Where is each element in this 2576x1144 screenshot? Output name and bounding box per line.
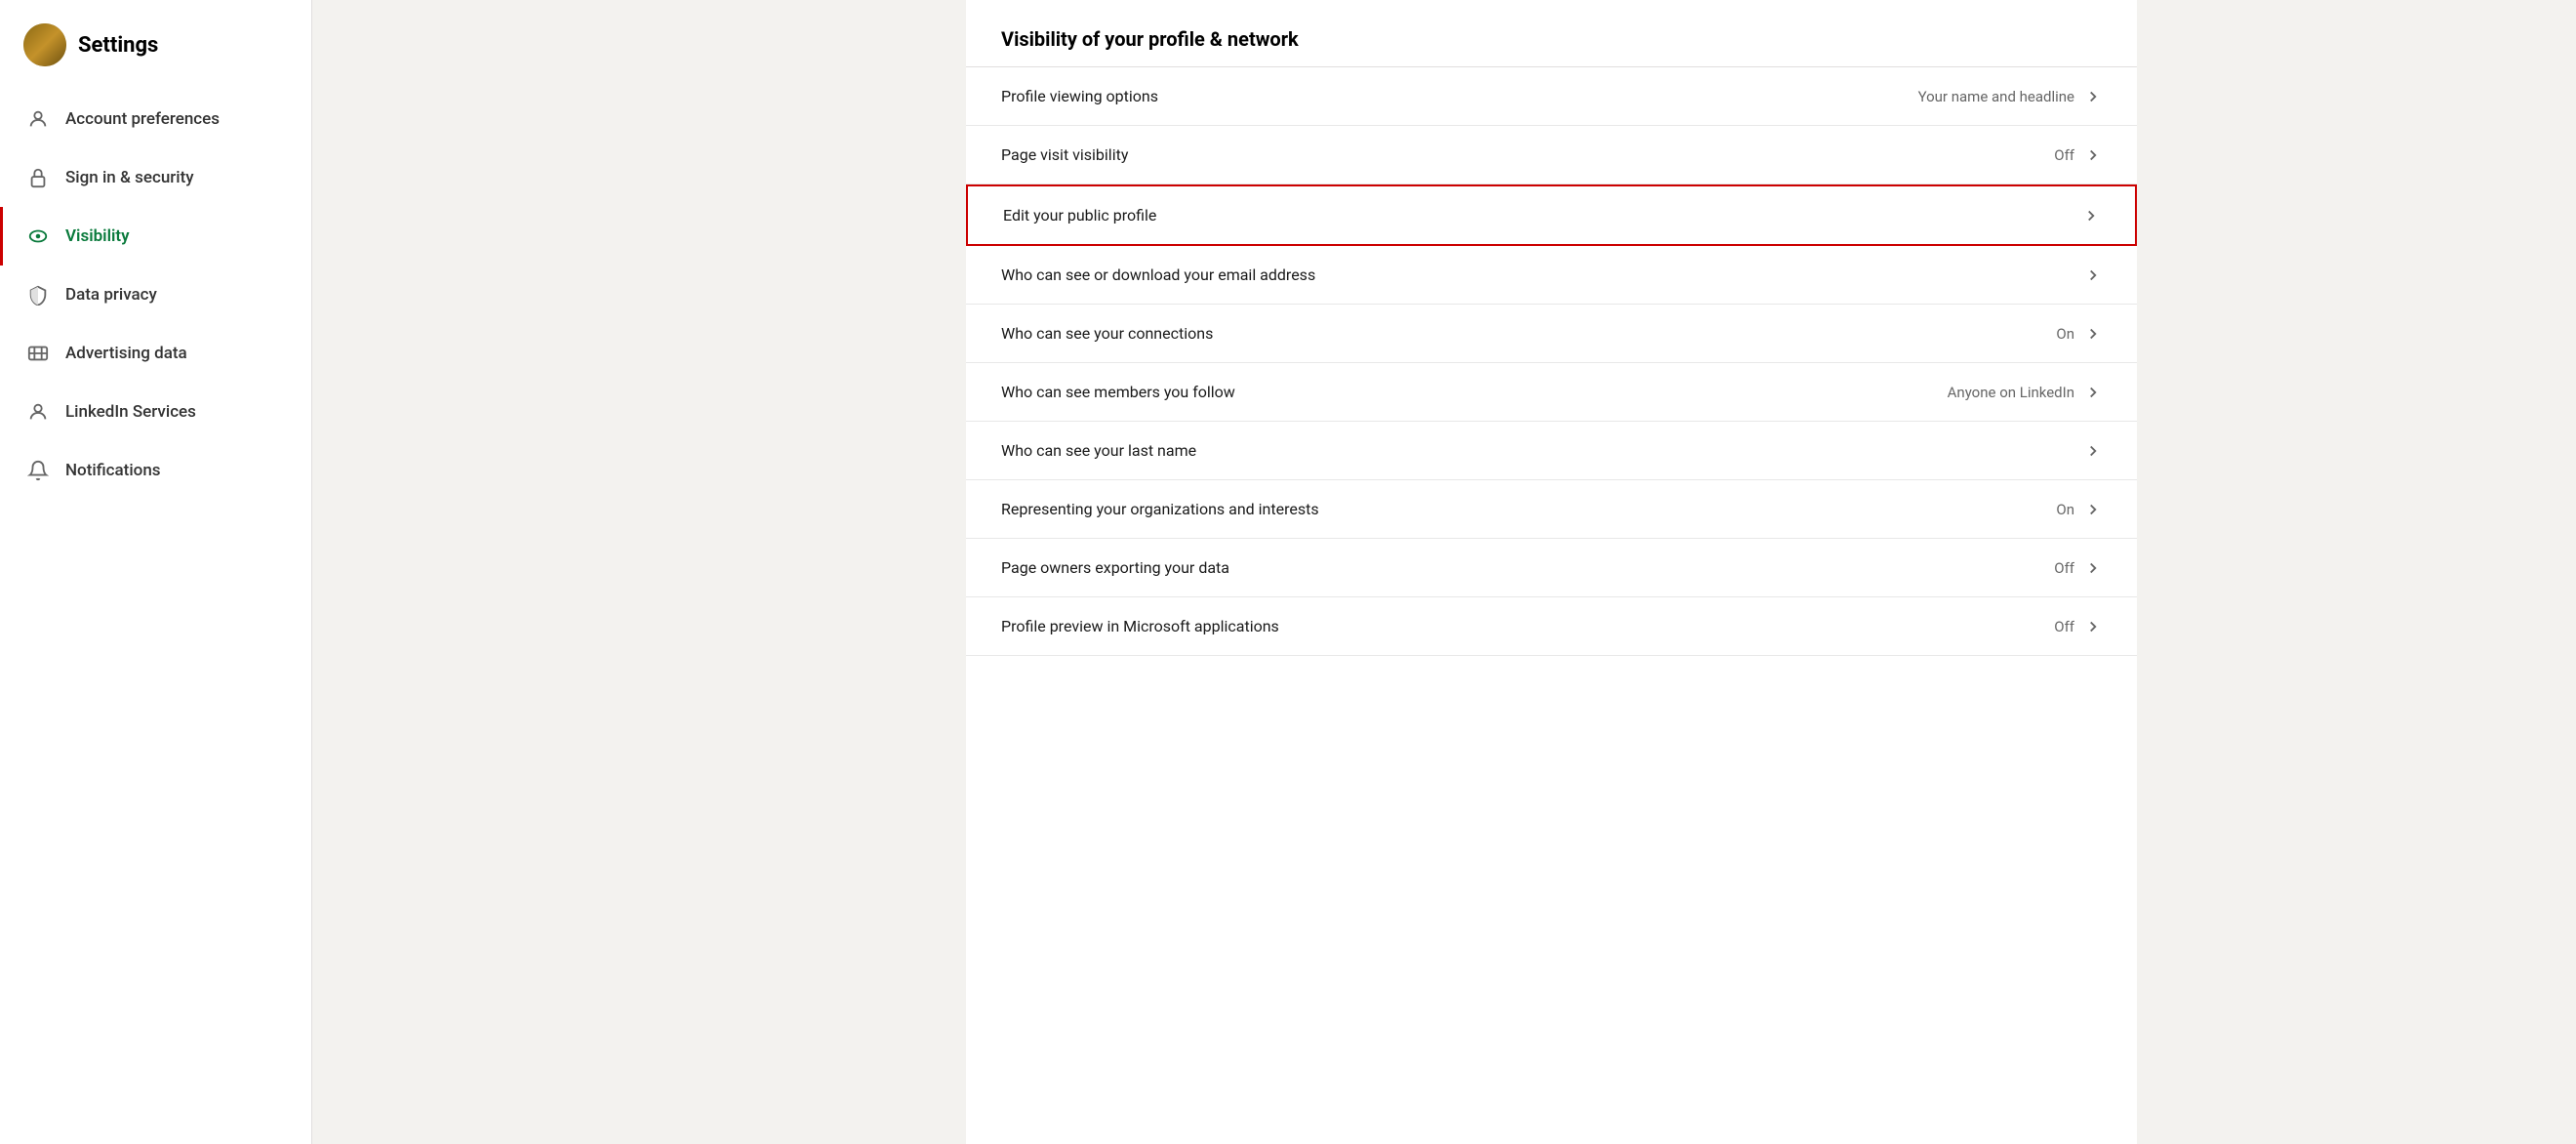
sidebar-nav: Account preferences Sign in & security V… — [0, 90, 311, 500]
settings-item-left: Representing your organizations and inte… — [1001, 500, 1319, 518]
sidebar-item-label: Data privacy — [65, 285, 157, 305]
settings-item-value: Off — [2054, 618, 2074, 635]
sidebar-item-notifications[interactable]: Notifications — [0, 441, 311, 500]
settings-item-value: Off — [2054, 559, 2074, 577]
settings-item-representing-organizations[interactable]: Representing your organizations and inte… — [966, 480, 2137, 539]
settings-item-right — [2073, 207, 2100, 225]
settings-item-value: On — [2056, 325, 2074, 343]
settings-item-label: Edit your public profile — [1003, 206, 1156, 225]
settings-item-label: Profile preview in Microsoft application… — [1001, 617, 1279, 635]
settings-item-right: Off — [2054, 146, 2102, 164]
sidebar-item-account-preferences[interactable]: Account preferences — [0, 90, 311, 148]
settings-item-value: On — [2056, 501, 2074, 518]
settings-item-who-can-see-last-name[interactable]: Who can see your last name — [966, 422, 2137, 480]
sidebar-item-label: Sign in & security — [65, 168, 194, 187]
eye-icon — [26, 225, 50, 248]
settings-item-left: Who can see your connections — [1001, 324, 1213, 343]
chevron-right-icon — [2084, 442, 2102, 460]
sidebar-item-label: Account preferences — [65, 109, 220, 129]
sidebar-item-advertising-data[interactable]: Advertising data — [0, 324, 311, 383]
content-panel: Visibility of your profile & network Pro… — [966, 0, 2137, 1144]
settings-item-left: Edit your public profile — [1003, 206, 1156, 225]
sidebar-header: Settings — [0, 23, 311, 90]
settings-item-left: Who can see your last name — [1001, 441, 1196, 460]
sidebar-item-linkedin-services[interactable]: LinkedIn Services — [0, 383, 311, 441]
settings-item-page-visit-visibility[interactable]: Page visit visibility Off — [966, 126, 2137, 184]
main-content: Visibility of your profile & network Pro… — [527, 0, 2576, 1144]
settings-item-left: Profile preview in Microsoft application… — [1001, 617, 1279, 635]
sidebar-item-label: LinkedIn Services — [65, 402, 196, 422]
lock-icon — [26, 166, 50, 189]
sidebar-item-sign-in-security[interactable]: Sign in & security — [0, 148, 311, 207]
settings-item-profile-viewing-options[interactable]: Profile viewing options Your name and he… — [966, 67, 2137, 126]
app-title: Settings — [78, 33, 158, 58]
settings-item-right: Off — [2054, 618, 2102, 635]
person-icon — [26, 107, 50, 131]
person2-icon — [26, 400, 50, 424]
settings-item-label: Who can see your last name — [1001, 441, 1196, 460]
settings-item-label: Who can see your connections — [1001, 324, 1213, 343]
chevron-right-icon — [2084, 384, 2102, 401]
chevron-right-icon — [2084, 559, 2102, 577]
settings-item-right — [2074, 442, 2102, 460]
avatar-image — [23, 23, 66, 66]
sidebar-item-visibility[interactable]: Visibility — [0, 207, 311, 266]
section-title: Visibility of your profile & network — [966, 0, 2137, 67]
settings-item-left: Who can see members you follow — [1001, 383, 1235, 401]
settings-item-who-can-see-email[interactable]: Who can see or download your email addre… — [966, 246, 2137, 305]
chevron-right-icon — [2084, 266, 2102, 284]
chevron-right-icon — [2084, 88, 2102, 105]
settings-item-page-owners-exporting[interactable]: Page owners exporting your data Off — [966, 539, 2137, 597]
chevron-right-icon — [2084, 501, 2102, 518]
settings-item-value: Your name and headline — [1918, 88, 2074, 105]
chevron-right-icon — [2084, 325, 2102, 343]
settings-item-left: Page owners exporting your data — [1001, 558, 1229, 577]
settings-item-edit-public-profile[interactable]: Edit your public profile — [966, 184, 2137, 246]
settings-item-right: Anyone on LinkedIn — [1948, 384, 2102, 401]
sidebar-item-label: Advertising data — [65, 344, 187, 363]
settings-item-right: Off — [2054, 559, 2102, 577]
settings-item-left: Profile viewing options — [1001, 87, 1158, 105]
settings-item-value: Off — [2054, 146, 2074, 164]
ad-icon — [26, 342, 50, 365]
middle-column — [312, 0, 527, 1144]
settings-item-right: On — [2056, 501, 2102, 518]
shield-icon — [26, 283, 50, 306]
settings-item-label: Profile viewing options — [1001, 87, 1158, 105]
chevron-right-icon — [2084, 618, 2102, 635]
settings-item-label: Page visit visibility — [1001, 145, 1128, 164]
settings-item-who-can-see-connections[interactable]: Who can see your connections On — [966, 305, 2137, 363]
settings-item-right: On — [2056, 325, 2102, 343]
settings-item-value: Anyone on LinkedIn — [1948, 384, 2074, 401]
chevron-right-icon — [2082, 207, 2100, 225]
settings-item-left: Page visit visibility — [1001, 145, 1128, 164]
settings-item-profile-preview-microsoft[interactable]: Profile preview in Microsoft application… — [966, 597, 2137, 656]
settings-item-label: Who can see members you follow — [1001, 383, 1235, 401]
sidebar: Settings Account preferences Sign in & s… — [0, 0, 312, 1144]
avatar — [23, 23, 66, 66]
settings-item-label: Who can see or download your email addre… — [1001, 266, 1315, 284]
sidebar-item-data-privacy[interactable]: Data privacy — [0, 266, 311, 324]
settings-item-who-can-see-members-follow[interactable]: Who can see members you follow Anyone on… — [966, 363, 2137, 422]
sidebar-item-label: Visibility — [65, 226, 130, 246]
sidebar-item-label: Notifications — [65, 461, 161, 480]
settings-list: Profile viewing options Your name and he… — [966, 67, 2137, 656]
chevron-right-icon — [2084, 146, 2102, 164]
settings-item-left: Who can see or download your email addre… — [1001, 266, 1315, 284]
settings-item-label: Page owners exporting your data — [1001, 558, 1229, 577]
settings-item-right — [2074, 266, 2102, 284]
settings-item-label: Representing your organizations and inte… — [1001, 500, 1319, 518]
settings-item-right: Your name and headline — [1918, 88, 2102, 105]
bell-icon — [26, 459, 50, 482]
